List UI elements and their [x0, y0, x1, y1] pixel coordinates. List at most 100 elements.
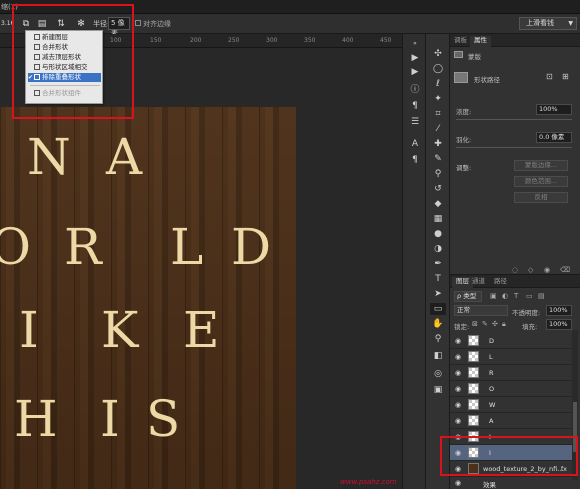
info-icon[interactable]: ⓘ: [407, 84, 423, 96]
fill-input[interactable]: 100%: [546, 319, 572, 330]
canvas-letter: D: [231, 218, 272, 276]
workspace-preset-select[interactable]: 上滑看钱 ▼: [519, 17, 577, 30]
canvas-letter: O: [0, 218, 31, 276]
tab-properties[interactable]: 属性: [470, 36, 491, 47]
tab-paths[interactable]: 路径: [494, 277, 507, 288]
zoom-tool-icon[interactable]: ⚲: [430, 333, 446, 345]
feather-input[interactable]: 0.0 像素: [536, 132, 572, 143]
canvas-letter: K: [101, 301, 139, 359]
tab-channels[interactable]: 通道: [472, 277, 485, 288]
canvas-letter: I: [100, 390, 120, 448]
effects-label: 效果: [483, 481, 496, 489]
gradient-tool-icon[interactable]: ▦: [430, 213, 446, 225]
properties-panel-tabs: 调板 属性: [450, 34, 580, 47]
load-selection-icon[interactable]: ◌: [512, 266, 518, 274]
brush-tool-icon[interactable]: ✎: [430, 153, 446, 165]
density-slider[interactable]: [456, 119, 572, 120]
color-range-button[interactable]: 颜色范围...: [514, 176, 568, 187]
blur-tool-icon[interactable]: ●: [430, 228, 446, 240]
workspace-preset-label: 上滑看钱: [526, 19, 554, 27]
eye-icon[interactable]: ◉: [455, 337, 461, 345]
ruler-number: 400: [342, 37, 354, 44]
path-selection-icon[interactable]: ➤: [430, 288, 446, 300]
layer-thumbnail: [468, 351, 479, 362]
play-icon[interactable]: ▶: [407, 52, 423, 64]
ruler-number: 150: [150, 37, 162, 44]
invert-button[interactable]: 反相: [514, 192, 568, 203]
vector-mask-thumbnail[interactable]: [454, 72, 468, 83]
clone-stamp-icon[interactable]: ⚲: [430, 168, 446, 180]
color-swatches-icon[interactable]: ◧: [430, 350, 446, 362]
history-brush-icon[interactable]: ↺: [430, 183, 446, 195]
magic-wand-icon[interactable]: ✦: [430, 93, 446, 105]
canvas-letter: N: [27, 128, 71, 186]
layer-effects-row[interactable]: ◉ 效果: [450, 477, 572, 489]
eye-icon[interactable]: ◉: [455, 401, 461, 409]
lock-all-icon[interactable]: 🔒︎: [502, 320, 506, 329]
feather-slider[interactable]: [456, 147, 572, 148]
filter-adjustment-icon[interactable]: ◐: [502, 292, 508, 300]
density-label: 浓度:: [456, 108, 472, 116]
opacity-input[interactable]: 100%: [546, 305, 572, 316]
mask-edge-button[interactable]: 蒙版边缘...: [514, 160, 568, 171]
add-vector-mask-icon[interactable]: ⊞: [562, 72, 572, 82]
filter-pixel-icon[interactable]: ▣: [490, 292, 497, 300]
filter-smart-object-icon[interactable]: ▤: [538, 292, 545, 300]
eye-icon[interactable]: ◉: [455, 369, 461, 377]
layer-row[interactable]: ◉ O: [450, 381, 572, 397]
delete-icon[interactable]: ⌫: [560, 266, 570, 274]
hand-tool-icon[interactable]: ✋: [430, 318, 446, 330]
type-tool-icon[interactable]: T: [430, 273, 446, 285]
marquee-tool-icon[interactable]: ◯: [430, 63, 446, 75]
mask-icon: [454, 51, 463, 58]
layer-thumbnail: [468, 367, 479, 378]
feather-label: 羽化:: [456, 136, 472, 144]
blend-mode-select[interactable]: 正常: [454, 305, 508, 316]
layer-row[interactable]: ◉ R: [450, 365, 572, 381]
collapse-icon[interactable]: »: [407, 38, 423, 50]
pen-tool-icon[interactable]: ✒: [430, 258, 446, 270]
canvas-letter: I: [19, 301, 39, 359]
align-edges-checkbox[interactable]: [135, 20, 141, 26]
eraser-icon[interactable]: ◆: [430, 198, 446, 210]
dodge-tool-icon[interactable]: ◑: [430, 243, 446, 255]
play-icon[interactable]: ▶: [407, 66, 423, 78]
visibility-icon[interactable]: ◉: [544, 266, 550, 274]
move-tool-icon[interactable]: ✣: [430, 48, 446, 60]
apply-mask-icon[interactable]: ◇: [528, 266, 533, 274]
tab-adjustments[interactable]: 调板: [454, 36, 467, 47]
density-input[interactable]: 100%: [536, 104, 572, 115]
lasso-tool-icon[interactable]: ℓ: [430, 78, 446, 90]
tab-layers[interactable]: 图层: [452, 277, 473, 288]
eye-icon[interactable]: ◉: [455, 353, 461, 361]
eyedropper-icon[interactable]: ⁄: [430, 123, 446, 135]
canvas-letter: E: [183, 301, 220, 359]
screen-mode-icon[interactable]: ▣: [430, 384, 446, 396]
eye-icon[interactable]: ◉: [455, 417, 461, 425]
rectangle-tool-icon[interactable]: ▭: [430, 303, 446, 315]
character-icon[interactable]: A: [407, 138, 423, 150]
lock-pixels-icon[interactable]: ✎: [482, 320, 488, 328]
filter-type-icon[interactable]: T: [514, 292, 518, 300]
shape-path-label: 形状路径: [474, 76, 500, 84]
canvas-letter: S: [146, 390, 181, 448]
layer-name: D: [489, 337, 495, 345]
layer-row[interactable]: ◉ L: [450, 349, 572, 365]
add-pixel-mask-icon[interactable]: ⊡: [546, 72, 556, 82]
layer-row[interactable]: ◉ A: [450, 413, 572, 429]
layer-row[interactable]: ◉ D: [450, 333, 572, 349]
quick-mask-icon[interactable]: ◎: [430, 368, 446, 380]
paragraph-icon[interactable]: ¶: [407, 100, 423, 112]
lock-label: 锁定:: [454, 323, 470, 331]
paragraph-icon[interactable]: ¶: [407, 154, 423, 166]
filter-shape-icon[interactable]: ▭: [526, 292, 533, 300]
healing-brush-icon[interactable]: ✚: [430, 138, 446, 150]
adjustments-icon[interactable]: ☰: [407, 116, 423, 128]
lock-transparent-icon[interactable]: ⊠: [472, 320, 478, 328]
layer-row[interactable]: ◉ W: [450, 397, 572, 413]
eye-icon[interactable]: ◉: [455, 479, 461, 487]
eye-icon[interactable]: ◉: [455, 385, 461, 393]
crop-tool-icon[interactable]: ⌗: [430, 108, 446, 120]
layer-filter-select[interactable]: ρ 类型: [454, 291, 482, 302]
lock-position-icon[interactable]: ✣: [492, 320, 498, 328]
